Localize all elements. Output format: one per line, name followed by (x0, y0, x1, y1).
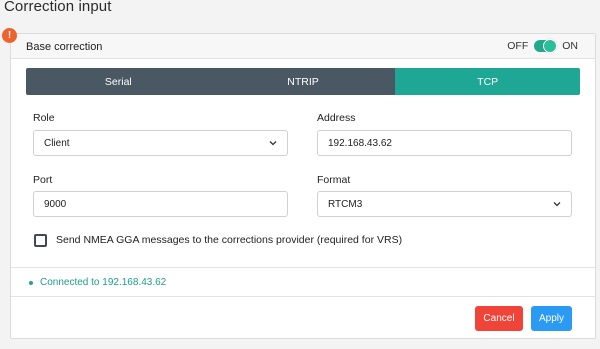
nmea-checkbox-label: Send NMEA GGA messages to the correction… (56, 234, 403, 246)
port-label: Port (33, 174, 53, 186)
warning-icon: ! (2, 28, 17, 43)
address-input[interactable]: 192.168.43.62 (317, 130, 572, 156)
card-title: Base correction (26, 41, 103, 53)
tab-ntrip[interactable]: NTRIP (210, 68, 396, 95)
tab-tcp[interactable]: TCP (395, 68, 580, 95)
divider (11, 267, 595, 268)
correction-toggle[interactable] (534, 39, 558, 53)
nmea-checkbox[interactable] (34, 234, 47, 247)
format-value: RTCM3 (328, 198, 363, 210)
port-input[interactable]: 9000 (33, 191, 288, 217)
role-select[interactable]: Client (33, 130, 288, 156)
divider (11, 296, 595, 297)
apply-button[interactable]: Apply (531, 306, 572, 331)
chevron-down-icon (553, 202, 561, 207)
tab-serial[interactable]: Serial (26, 68, 211, 95)
toggle-knob (543, 39, 558, 53)
page-title: Correction input (4, 0, 112, 15)
cancel-button[interactable]: Cancel (475, 306, 523, 331)
correction-toggle-group: OFF ON (507, 39, 578, 53)
role-label: Role (33, 112, 55, 124)
toggle-on-label: ON (562, 40, 578, 52)
chevron-down-icon (269, 141, 277, 146)
base-correction-card: Base correction OFF ON Serial NTRIP TCP … (10, 33, 596, 339)
connection-status: Connected to 192.168.43.62 (40, 277, 167, 288)
source-tabs: Serial NTRIP TCP (26, 68, 580, 95)
address-label: Address (317, 112, 356, 124)
status-dot-icon (29, 281, 33, 285)
role-value: Client (44, 137, 70, 149)
card-header: Base correction OFF ON (11, 34, 595, 59)
format-select[interactable]: RTCM3 (317, 191, 572, 217)
port-value: 9000 (44, 198, 67, 210)
toggle-off-label: OFF (507, 40, 529, 52)
address-value: 192.168.43.62 (328, 137, 392, 149)
format-label: Format (317, 174, 351, 186)
